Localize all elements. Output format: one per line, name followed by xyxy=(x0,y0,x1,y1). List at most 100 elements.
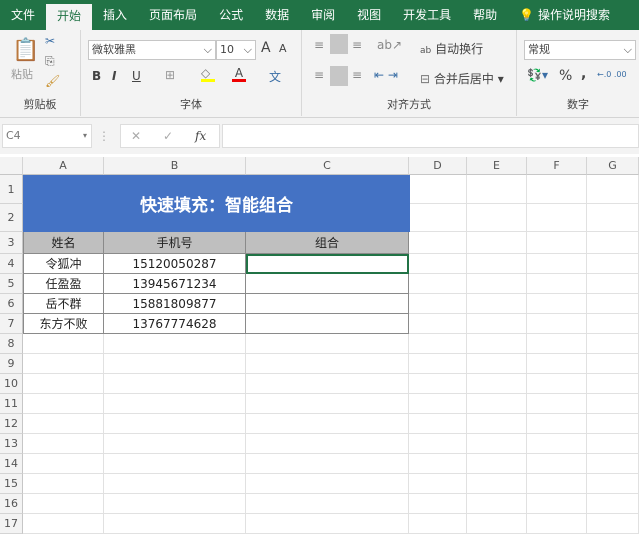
cell[interactable] xyxy=(246,514,409,534)
cell[interactable] xyxy=(23,414,104,434)
cell[interactable] xyxy=(587,175,639,204)
cell[interactable] xyxy=(23,434,104,454)
formula-input[interactable] xyxy=(222,124,639,148)
data-cell[interactable]: 任盈盈 xyxy=(23,274,104,294)
cell[interactable] xyxy=(527,254,587,274)
paste-icon[interactable]: 📋 xyxy=(12,38,39,63)
cell[interactable] xyxy=(246,394,409,414)
underline-button[interactable]: U xyxy=(132,69,141,83)
copy-icon[interactable]: ⎘ xyxy=(45,54,55,69)
cell[interactable] xyxy=(587,394,639,414)
cell[interactable] xyxy=(527,204,587,232)
orientation-icon[interactable]: ab↗ xyxy=(377,38,402,52)
cell[interactable] xyxy=(587,232,639,254)
align-left-icon[interactable]: ≡ xyxy=(314,68,324,82)
cell[interactable] xyxy=(104,334,246,354)
cell[interactable] xyxy=(467,204,527,232)
cell[interactable] xyxy=(467,434,527,454)
cell[interactable] xyxy=(527,274,587,294)
cell[interactable] xyxy=(587,334,639,354)
cell[interactable] xyxy=(246,334,409,354)
row-header-7[interactable]: 7 xyxy=(0,314,23,334)
cell[interactable] xyxy=(23,514,104,534)
cell[interactable] xyxy=(467,374,527,394)
cell[interactable] xyxy=(587,414,639,434)
cell[interactable] xyxy=(527,175,587,204)
header-cell[interactable]: 手机号 xyxy=(104,232,246,254)
title-cell[interactable]: 快速填充：智能组合 xyxy=(23,175,410,232)
indent-icons[interactable]: ⇤ ⇥ xyxy=(374,68,398,82)
cell[interactable] xyxy=(527,394,587,414)
cell[interactable] xyxy=(409,232,467,254)
cell[interactable] xyxy=(467,494,527,514)
cell[interactable] xyxy=(587,254,639,274)
tell-me-search[interactable]: 💡 操作说明搜索 xyxy=(508,0,621,30)
decimal-icons[interactable]: ←.0 .00 xyxy=(597,70,627,79)
cell[interactable] xyxy=(467,294,527,314)
cell[interactable] xyxy=(23,334,104,354)
cell[interactable] xyxy=(409,334,467,354)
cell[interactable] xyxy=(104,414,246,434)
fx-icon[interactable]: fx xyxy=(195,127,206,145)
col-header-c[interactable]: C xyxy=(246,157,409,175)
cell[interactable] xyxy=(587,374,639,394)
cell[interactable] xyxy=(23,474,104,494)
cell[interactable] xyxy=(23,494,104,514)
percent-button[interactable]: % xyxy=(559,68,572,84)
tab-developer[interactable]: 开发工具 xyxy=(392,0,462,30)
cell[interactable] xyxy=(467,232,527,254)
cell[interactable] xyxy=(409,204,467,232)
cell[interactable] xyxy=(527,434,587,454)
cell[interactable] xyxy=(246,474,409,494)
cell[interactable] xyxy=(527,314,587,334)
drag-handle[interactable]: ⋮ xyxy=(98,129,110,143)
cell[interactable] xyxy=(104,434,246,454)
row-header-11[interactable]: 11 xyxy=(0,394,23,414)
cell[interactable] xyxy=(409,294,467,314)
cell[interactable] xyxy=(246,354,409,374)
data-cell[interactable]: 令狐冲 xyxy=(23,254,104,274)
cell[interactable] xyxy=(409,254,467,274)
row-header-13[interactable]: 13 xyxy=(0,434,23,454)
border-icon[interactable]: ⊞ xyxy=(165,68,175,82)
cell[interactable] xyxy=(587,514,639,534)
cell[interactable] xyxy=(587,454,639,474)
cell[interactable] xyxy=(409,354,467,374)
col-header-f[interactable]: F xyxy=(527,157,587,175)
cell[interactable] xyxy=(467,454,527,474)
cell[interactable] xyxy=(409,274,467,294)
cell[interactable] xyxy=(467,414,527,434)
row-header-17[interactable]: 17 xyxy=(0,514,23,534)
currency-icon[interactable]: 💱▾ xyxy=(527,68,548,82)
cell[interactable] xyxy=(467,334,527,354)
cell[interactable] xyxy=(527,414,587,434)
col-header-e[interactable]: E xyxy=(467,157,527,175)
data-cell[interactable]: 15120050287 xyxy=(104,254,246,274)
cell[interactable] xyxy=(409,314,467,334)
cell[interactable] xyxy=(527,294,587,314)
tab-formulas[interactable]: 公式 xyxy=(208,0,254,30)
name-box[interactable]: C4 ▾ xyxy=(2,124,92,148)
row-header-4[interactable]: 4 xyxy=(0,254,23,274)
row-header-12[interactable]: 12 xyxy=(0,414,23,434)
number-format-select[interactable]: 常规 ⌵ xyxy=(524,40,636,60)
data-cell[interactable] xyxy=(246,254,409,274)
cell[interactable] xyxy=(409,414,467,434)
cell[interactable] xyxy=(409,494,467,514)
tab-view[interactable]: 视图 xyxy=(346,0,392,30)
cell[interactable] xyxy=(587,474,639,494)
cell[interactable] xyxy=(409,454,467,474)
tab-help[interactable]: 帮助 xyxy=(462,0,508,30)
tab-data[interactable]: 数据 xyxy=(254,0,300,30)
cell[interactable] xyxy=(587,314,639,334)
cell[interactable] xyxy=(409,175,467,204)
cell[interactable] xyxy=(104,394,246,414)
tab-home[interactable]: 开始 xyxy=(46,4,93,30)
cell[interactable] xyxy=(587,434,639,454)
col-header-b[interactable]: B xyxy=(104,157,246,175)
tab-insert[interactable]: 插入 xyxy=(92,0,138,30)
cell[interactable] xyxy=(246,494,409,514)
align-center-icon[interactable] xyxy=(330,66,348,86)
tab-page-layout[interactable]: 页面布局 xyxy=(138,0,208,30)
comma-button[interactable]: , xyxy=(581,66,586,82)
